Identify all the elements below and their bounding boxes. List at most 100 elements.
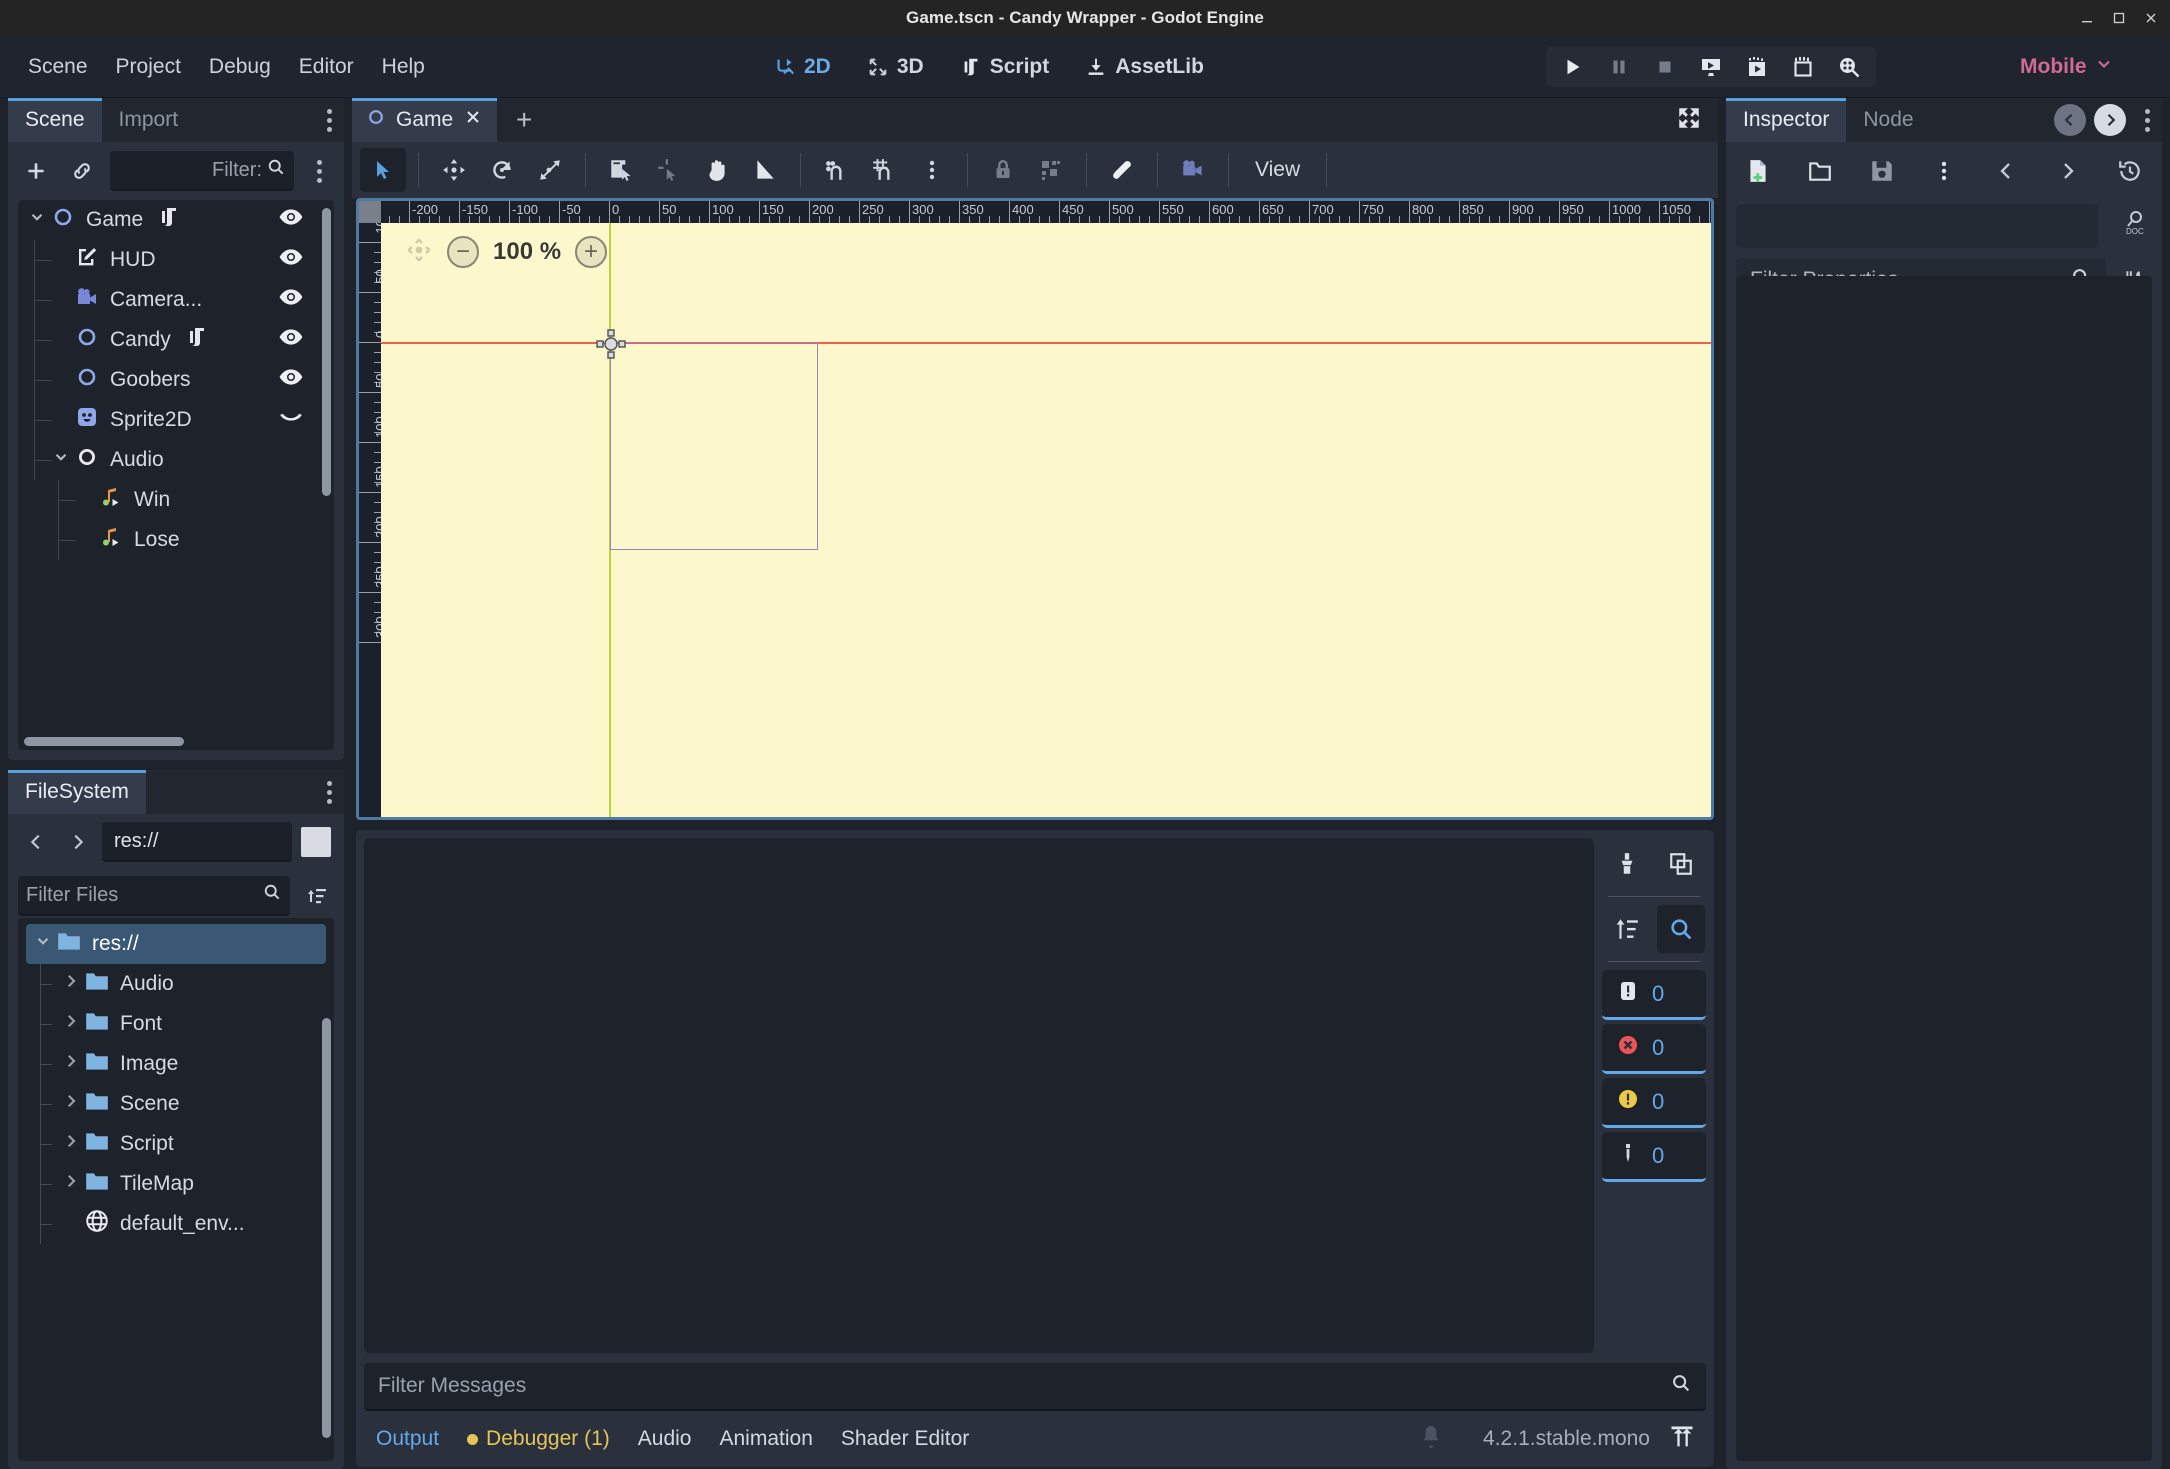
close-icon[interactable] bbox=[463, 107, 483, 133]
filesystem-expand-toggle[interactable] bbox=[60, 972, 82, 996]
scene-tree-row[interactable]: Camera... bbox=[18, 280, 334, 320]
grid-snap-button[interactable] bbox=[861, 148, 907, 192]
filter-messages-input[interactable]: Filter Messages bbox=[364, 1363, 1706, 1411]
filesystem-row[interactable]: Scene bbox=[26, 1084, 326, 1124]
output-log[interactable] bbox=[364, 838, 1594, 1353]
history-prev-icon[interactable] bbox=[2054, 104, 2086, 136]
chevron-right-icon[interactable] bbox=[60, 824, 96, 860]
scene-filter-input[interactable]: Filter: bbox=[110, 151, 294, 191]
node-visibility-toggle[interactable] bbox=[278, 360, 304, 400]
scene-tree-row[interactable]: Candy bbox=[18, 320, 334, 360]
scene-tree-row[interactable]: Sprite2D bbox=[18, 400, 334, 440]
close-icon[interactable] bbox=[2142, 9, 2160, 27]
scene-dock-menu-icon[interactable] bbox=[314, 98, 344, 142]
lock-selected-button[interactable] bbox=[980, 148, 1026, 192]
camera-override-button[interactable] bbox=[1170, 148, 1216, 192]
zoom-out-button[interactable]: − bbox=[447, 236, 479, 268]
inspector-history-icon[interactable] bbox=[2112, 153, 2148, 189]
new-resource-icon[interactable] bbox=[1740, 153, 1776, 189]
filesystem-row[interactable]: default_env... bbox=[26, 1204, 326, 1244]
node-visibility-toggle[interactable] bbox=[278, 240, 304, 280]
mode-assetlib-button[interactable]: AssetLib bbox=[1071, 48, 1218, 86]
toggle-split-mode-icon[interactable] bbox=[298, 824, 334, 860]
scene-tree-row[interactable]: Audio bbox=[18, 440, 334, 480]
remote-debug-button[interactable] bbox=[1826, 47, 1872, 87]
warnings-counter[interactable]: 0 bbox=[1602, 1078, 1706, 1128]
filesystem-row[interactable]: Audio bbox=[26, 964, 326, 1004]
sort-icon[interactable] bbox=[298, 878, 334, 914]
rotate-tool-button[interactable] bbox=[479, 148, 525, 192]
zoom-reset-icon[interactable] bbox=[405, 236, 433, 269]
distraction-free-icon[interactable] bbox=[1676, 105, 1702, 136]
filesystem-row[interactable]: Image bbox=[26, 1044, 326, 1084]
ruler-tool-button[interactable] bbox=[742, 148, 788, 192]
renderer-selector[interactable]: Mobile bbox=[2020, 36, 2114, 98]
menu-debug[interactable]: Debug bbox=[195, 49, 285, 85]
open-documentation-icon[interactable]: DOC bbox=[2116, 204, 2152, 240]
collapse-output-button[interactable] bbox=[1603, 905, 1651, 953]
stop-button[interactable] bbox=[1642, 47, 1688, 87]
resource-extra-options-icon[interactable] bbox=[1926, 153, 1962, 189]
pause-button[interactable] bbox=[1596, 47, 1642, 87]
filesystem-row[interactable]: res:// bbox=[26, 924, 326, 964]
scene-tab-game[interactable]: Game bbox=[352, 98, 498, 142]
scene-tree-row[interactable]: HUD bbox=[18, 240, 334, 280]
copy-output-button[interactable] bbox=[1657, 840, 1705, 888]
tree-expand-toggle[interactable] bbox=[26, 208, 48, 232]
node-script-icon[interactable] bbox=[157, 205, 181, 235]
zoom-in-button[interactable]: + bbox=[575, 236, 608, 268]
std-messages-counter[interactable]: 0 bbox=[1602, 970, 1706, 1020]
bottom-tab-audio[interactable]: Audio bbox=[626, 1421, 704, 1457]
mode-script-button[interactable]: Script bbox=[946, 48, 1064, 86]
instance-child-scene-icon[interactable] bbox=[64, 153, 100, 189]
group-selected-button[interactable] bbox=[1028, 148, 1074, 192]
scene-tree-row[interactable]: Goobers bbox=[18, 360, 334, 400]
scene-tree-options-icon[interactable] bbox=[304, 159, 334, 183]
scene-tree-vscrollbar[interactable] bbox=[322, 208, 331, 496]
tree-expand-toggle[interactable] bbox=[50, 448, 72, 472]
tab-import[interactable]: Import bbox=[101, 98, 196, 142]
pan-tool-button[interactable] bbox=[694, 148, 740, 192]
menu-editor[interactable]: Editor bbox=[285, 49, 368, 85]
use-snap-button[interactable] bbox=[813, 148, 859, 192]
chevron-left-icon[interactable] bbox=[18, 824, 54, 860]
search-output-button[interactable] bbox=[1657, 905, 1705, 953]
expand-bottom-panel-icon[interactable] bbox=[1668, 1423, 1696, 1456]
save-resource-icon[interactable] bbox=[1864, 153, 1900, 189]
notification-bell-icon[interactable] bbox=[1418, 1424, 1444, 1455]
maximize-icon[interactable] bbox=[2110, 9, 2128, 27]
canvas-viewport[interactable]: -200 -150 -100 -50 0 50 100 150 200 250 300 350 400 4… bbox=[356, 198, 1714, 820]
tab-node[interactable]: Node bbox=[1846, 98, 1931, 142]
add-scene-tab-button[interactable]: + bbox=[497, 98, 552, 142]
filesystem-expand-toggle[interactable] bbox=[60, 1132, 82, 1156]
clear-output-button[interactable] bbox=[1603, 840, 1651, 888]
play-button[interactable] bbox=[1550, 47, 1596, 87]
scene-tree-row[interactable]: Lose bbox=[18, 520, 334, 560]
scene-tree-row[interactable]: Win bbox=[18, 480, 334, 520]
tab-filesystem[interactable]: FileSystem bbox=[8, 770, 146, 814]
history-next-icon[interactable] bbox=[2094, 104, 2126, 136]
bottom-tab-animation[interactable]: Animation bbox=[708, 1421, 825, 1457]
filesystem-expand-toggle[interactable] bbox=[60, 1012, 82, 1036]
canvas-surface[interactable] bbox=[381, 223, 1711, 817]
filesystem-expand-toggle[interactable] bbox=[60, 1172, 82, 1196]
filesystem-vscrollbar[interactable] bbox=[322, 1018, 331, 1438]
bottom-tab-output[interactable]: Output bbox=[364, 1421, 451, 1457]
filesystem-expand-toggle[interactable] bbox=[60, 1092, 82, 1116]
filesystem-dock-menu-icon[interactable] bbox=[314, 770, 344, 814]
move-tool-button[interactable] bbox=[431, 148, 477, 192]
scene-tree-hscrollbar[interactable] bbox=[24, 737, 184, 746]
mode-3d-button[interactable]: 3D bbox=[853, 48, 938, 86]
filesystem-filter-input[interactable]: Filter Files bbox=[18, 876, 290, 916]
select-tool-button[interactable] bbox=[360, 148, 406, 192]
snap-options-button[interactable] bbox=[909, 148, 955, 192]
filesystem-row[interactable]: Script bbox=[26, 1124, 326, 1164]
node-visibility-toggle[interactable] bbox=[278, 400, 304, 440]
inspector-forward-icon[interactable] bbox=[2050, 153, 2086, 189]
scale-tool-button[interactable] bbox=[527, 148, 573, 192]
scene-tree-row[interactable]: Game bbox=[18, 200, 334, 240]
tab-inspector[interactable]: Inspector bbox=[1726, 98, 1847, 142]
play-scene-button[interactable] bbox=[1688, 47, 1734, 87]
minimize-icon[interactable] bbox=[2078, 9, 2096, 27]
filesystem-path-input[interactable]: res:// bbox=[102, 822, 292, 862]
